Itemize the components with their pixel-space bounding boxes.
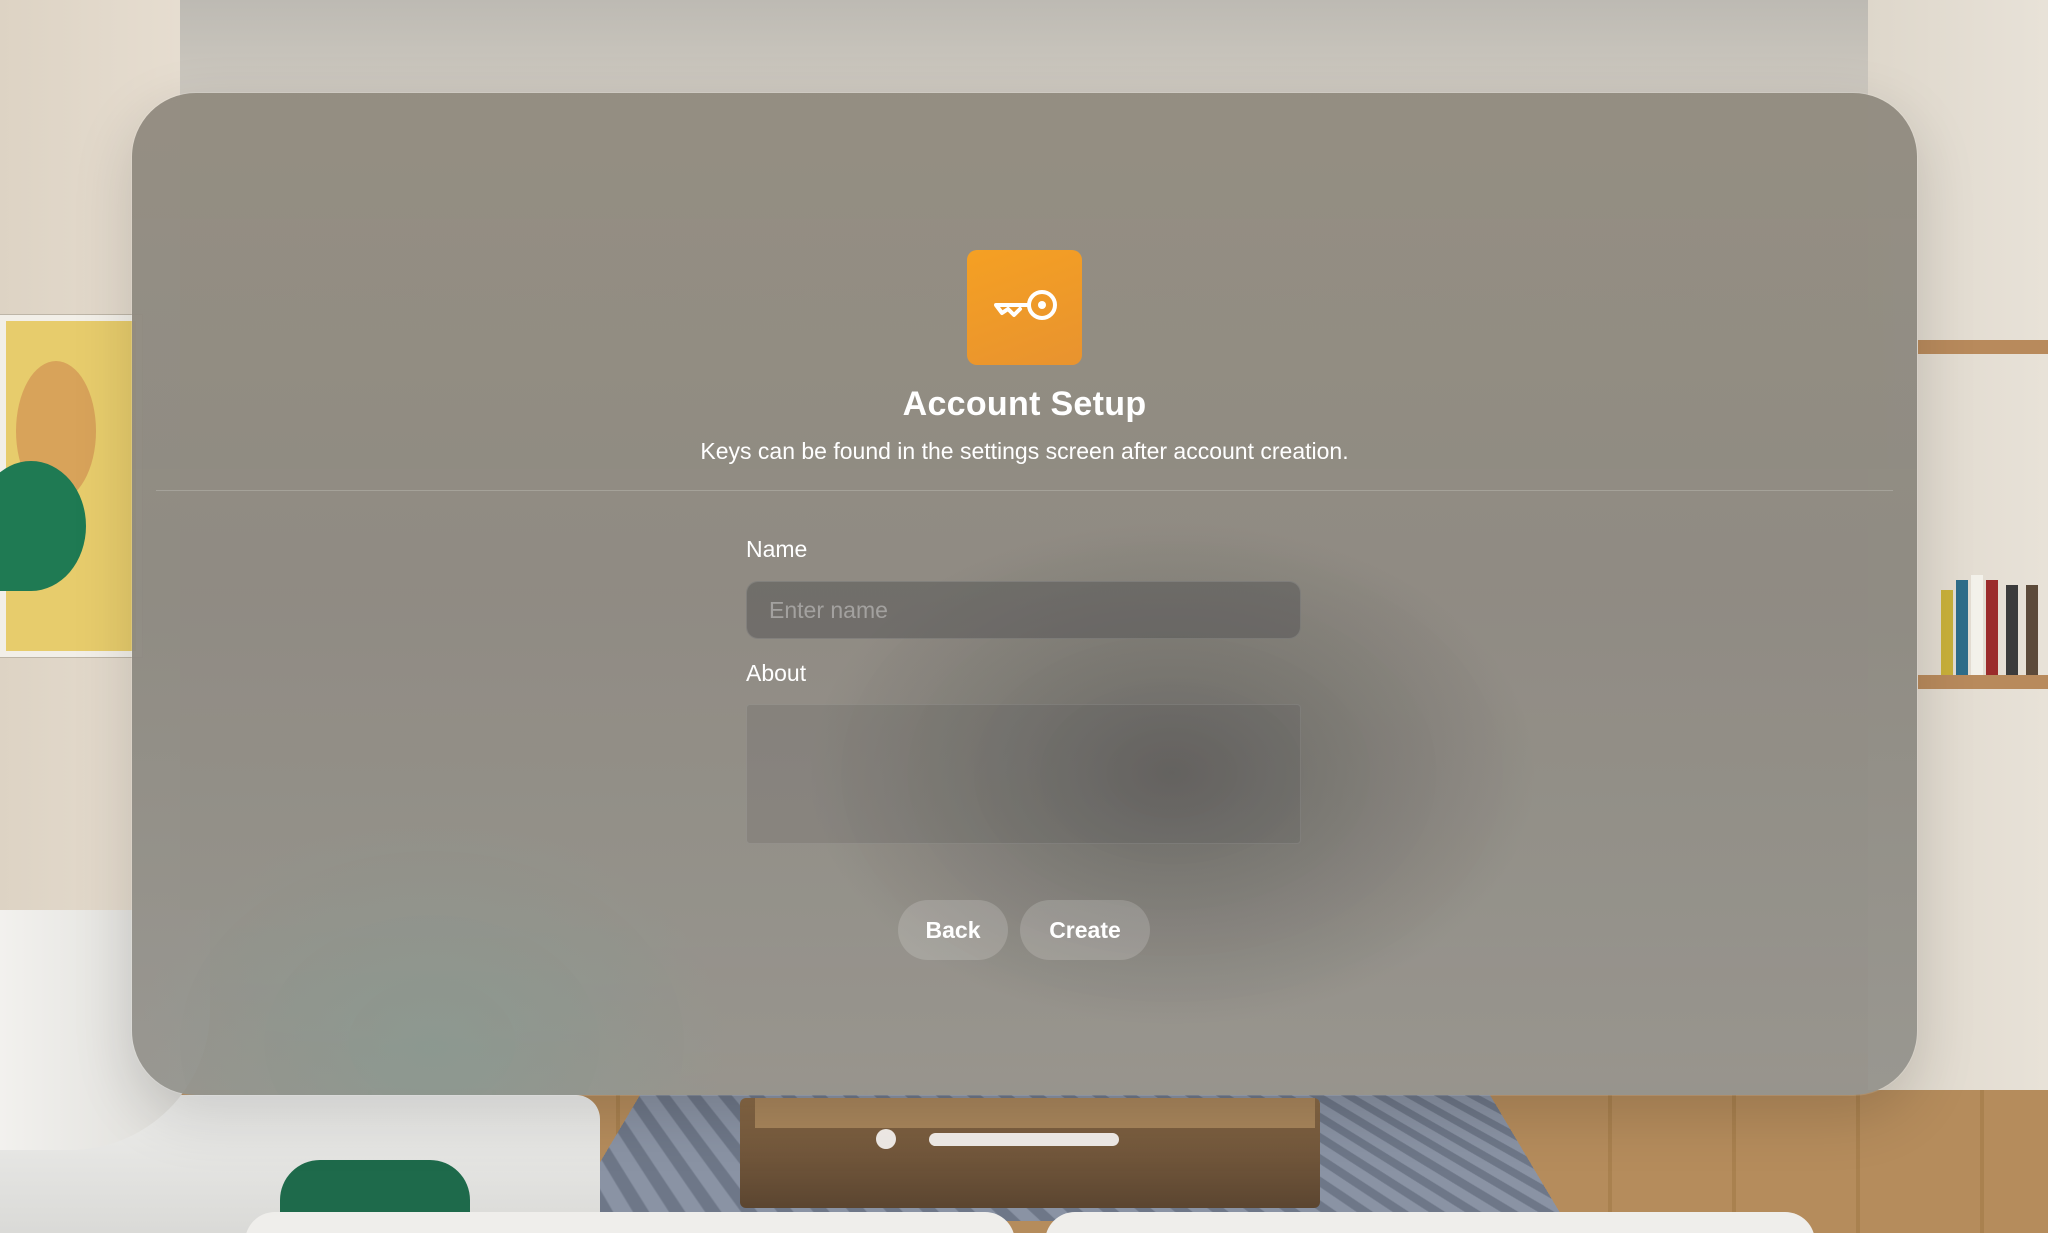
- page-subtitle: Keys can be found in the settings screen…: [700, 438, 1349, 464]
- book: [1986, 580, 1998, 675]
- key-icon: [990, 285, 1060, 330]
- armrest: [1045, 1212, 1815, 1233]
- wall-painting: [0, 315, 142, 657]
- book: [1956, 580, 1968, 675]
- name-label: Name: [746, 536, 808, 562]
- about-label: About: [746, 660, 807, 686]
- app-icon: [967, 250, 1082, 365]
- window-grab-bar[interactable]: [929, 1133, 1119, 1146]
- page-title: Account Setup: [902, 385, 1147, 423]
- armrest: [245, 1212, 1015, 1233]
- back-button[interactable]: Back: [898, 900, 1008, 960]
- about-textarea[interactable]: [746, 704, 1301, 844]
- book: [1971, 575, 1983, 675]
- book: [1941, 590, 1953, 675]
- bookshelf: [1918, 340, 2048, 354]
- window-close-dot[interactable]: [876, 1129, 896, 1149]
- name-input[interactable]: [746, 581, 1301, 639]
- bookshelf: [1918, 675, 2048, 689]
- divider: [156, 490, 1893, 491]
- account-setup-window: Account Setup Keys can be found in the s…: [132, 93, 1917, 1095]
- book: [2026, 585, 2038, 675]
- ceiling: [0, 0, 2048, 100]
- create-button[interactable]: Create: [1020, 900, 1150, 960]
- coffee-table-top: [755, 1098, 1315, 1128]
- book: [2006, 585, 2018, 675]
